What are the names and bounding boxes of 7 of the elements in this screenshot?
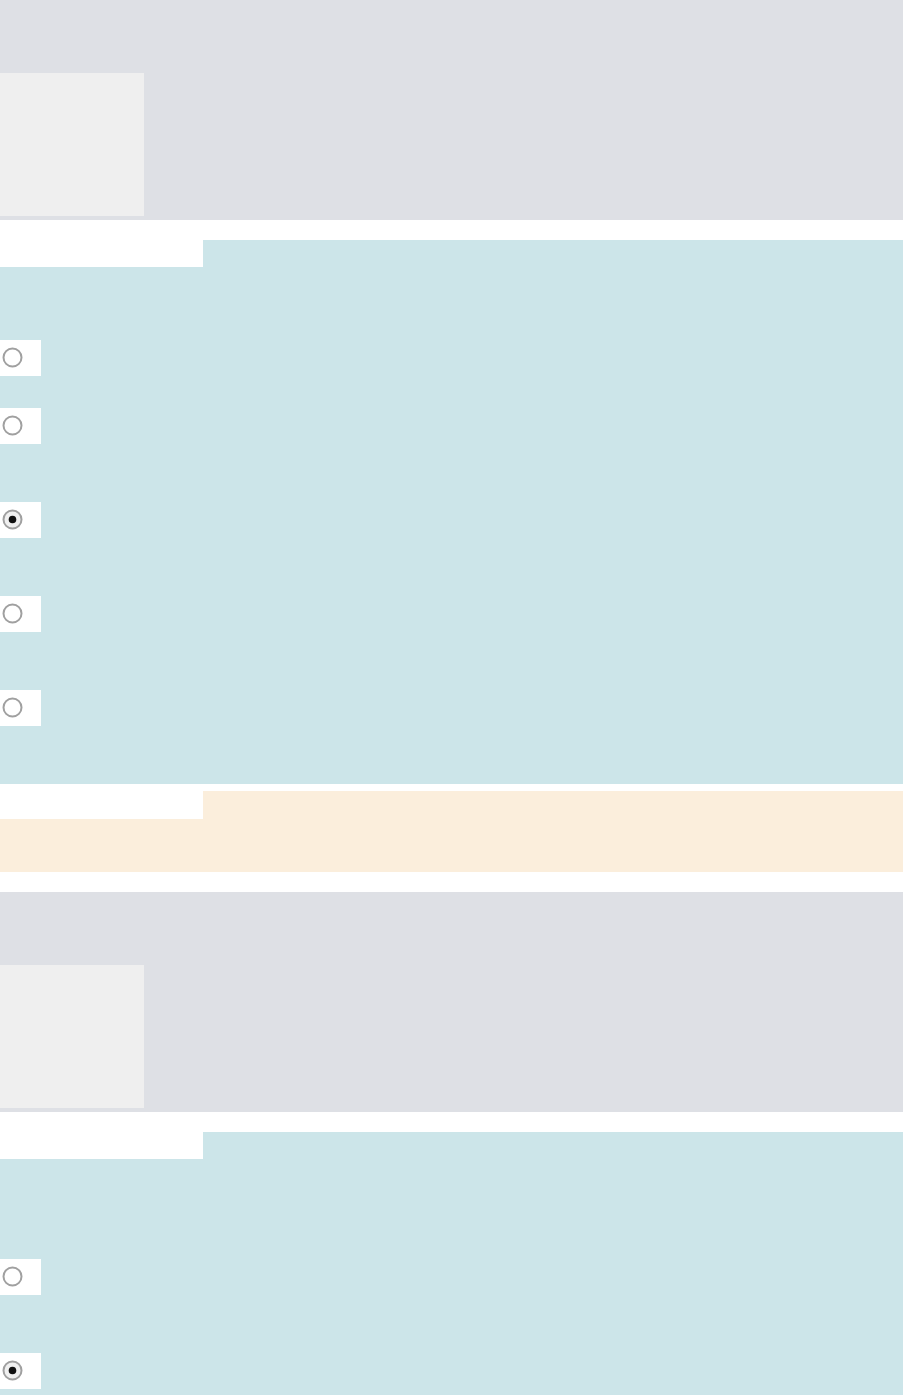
radio-button[interactable] bbox=[0, 502, 41, 538]
radio-button[interactable] bbox=[0, 596, 41, 632]
radio-button[interactable] bbox=[0, 690, 41, 726]
radio-button[interactable] bbox=[0, 1259, 41, 1295]
radio-button[interactable] bbox=[0, 340, 41, 376]
radio-button[interactable] bbox=[0, 408, 41, 444]
radio-button[interactable] bbox=[0, 1353, 41, 1389]
